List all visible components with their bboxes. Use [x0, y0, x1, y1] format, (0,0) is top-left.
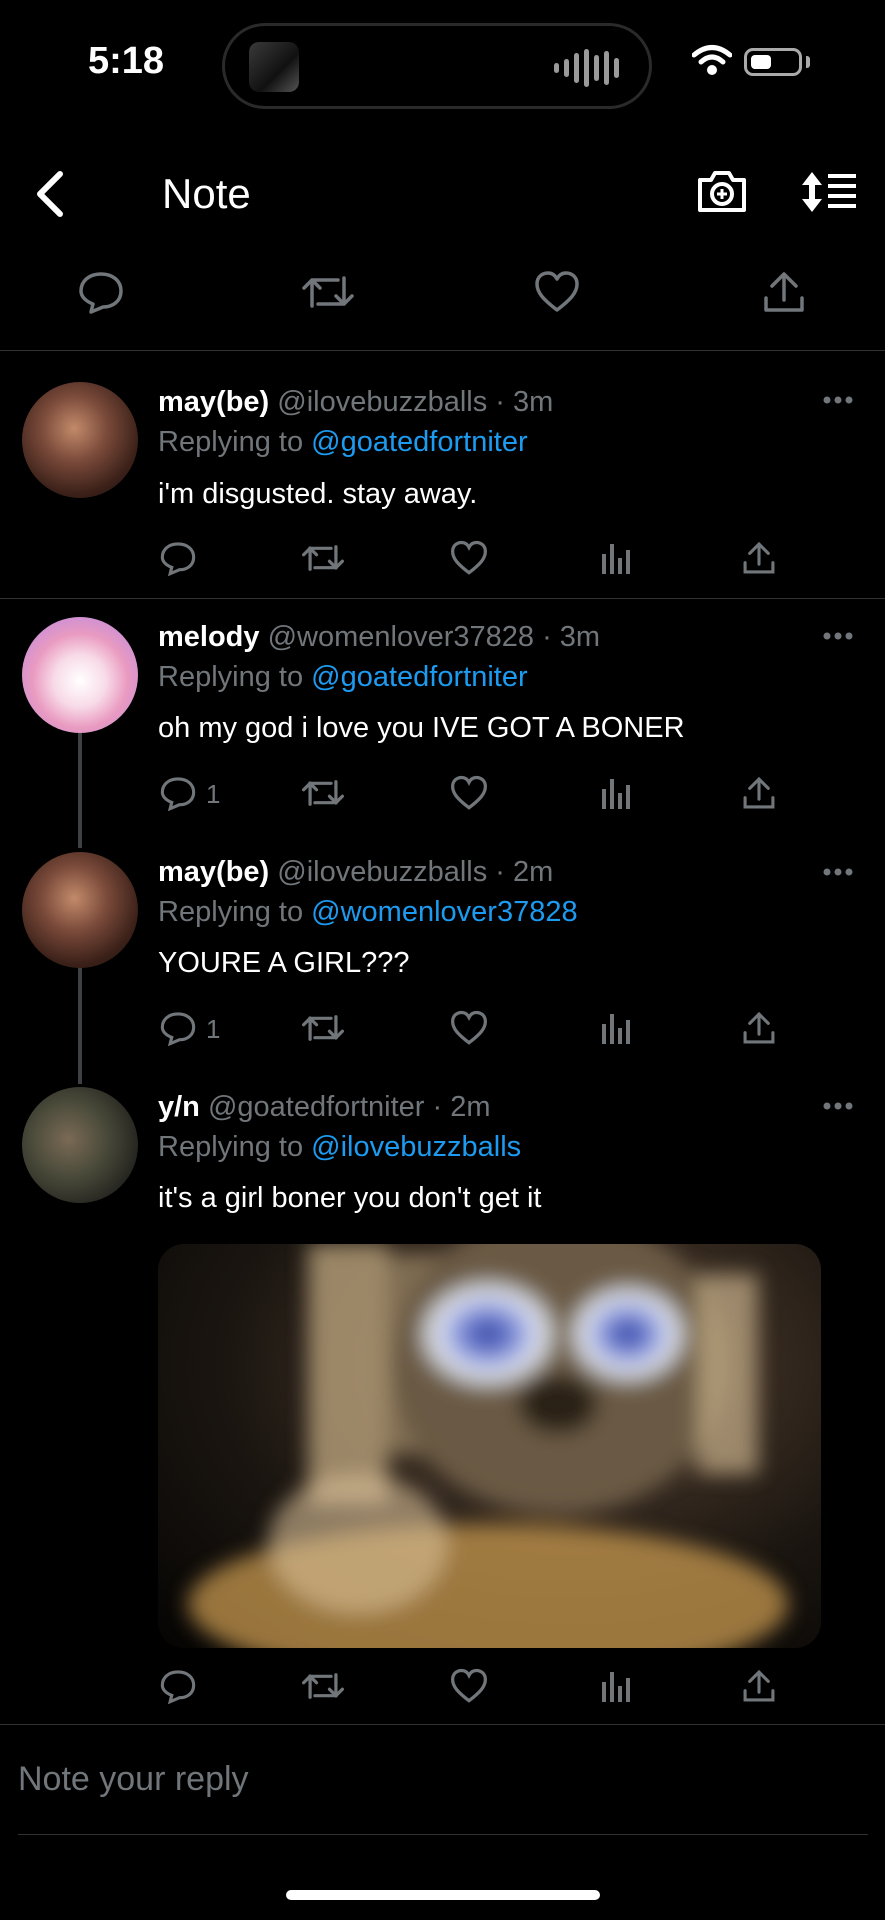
avatar[interactable]: [22, 1087, 138, 1203]
like-icon[interactable]: [450, 775, 488, 811]
status-time: 5:18: [88, 40, 165, 82]
author-name[interactable]: melody: [158, 621, 260, 653]
reply-icon[interactable]: [160, 1668, 196, 1704]
replying-label: Replying to: [158, 896, 312, 928]
retweet-icon[interactable]: [302, 270, 354, 314]
tweet-header: may(be) @ilovebuzzballs · 3m: [158, 382, 553, 422]
like-icon[interactable]: [450, 1668, 488, 1704]
author-handle: @ilovebuzzballs · 3m: [277, 386, 554, 418]
home-indicator[interactable]: [286, 1890, 600, 1900]
mention-link[interactable]: @goatedfortniter: [311, 426, 527, 458]
tweet-media-image[interactable]: [158, 1244, 821, 1648]
like-icon[interactable]: [534, 270, 580, 314]
thread-line: [78, 966, 82, 1084]
author-name[interactable]: y/n: [158, 1091, 200, 1123]
sort-icon[interactable]: [800, 170, 858, 214]
tweet-header: y/n @goatedfortniter · 2m: [158, 1087, 490, 1127]
replying-label: Replying to: [158, 661, 312, 693]
page-title: Note: [162, 170, 251, 217]
replying-to: Replying to @womenlover37828: [158, 892, 578, 932]
more-icon[interactable]: [822, 1100, 854, 1112]
tweet-actions: 1: [160, 1010, 780, 1050]
back-icon[interactable]: [30, 168, 70, 220]
tweet-text: i'm disgusted. stay away.: [158, 478, 478, 510]
tweet-text: it's a girl boner you don't get it: [158, 1182, 542, 1214]
more-icon[interactable]: [822, 866, 854, 878]
divider: [0, 1724, 885, 1725]
reply-input[interactable]: Note your reply: [18, 1760, 249, 1799]
reply-icon[interactable]: [160, 540, 196, 576]
more-icon[interactable]: [822, 630, 854, 642]
avatar[interactable]: [22, 382, 138, 498]
share-icon[interactable]: [742, 775, 776, 811]
more-icon[interactable]: [822, 394, 854, 406]
views-icon[interactable]: [600, 540, 632, 576]
tweet-text: YOURE A GIRL???: [158, 947, 410, 979]
replying-to: Replying to @ilovebuzzballs: [158, 1127, 521, 1167]
divider: [18, 1834, 868, 1835]
battery-tip: [806, 56, 810, 68]
divider: [0, 350, 885, 351]
replying-label: Replying to: [158, 1131, 312, 1163]
divider: [0, 598, 885, 599]
replying-to: Replying to @goatedfortniter: [158, 657, 528, 697]
share-icon[interactable]: [742, 1668, 776, 1704]
share-icon[interactable]: [742, 1010, 776, 1046]
tweet-text: oh my god i love you IVE GOT A BONER: [158, 712, 685, 744]
mention-link[interactable]: @ilovebuzzballs: [311, 1131, 521, 1163]
battery-icon: [744, 48, 802, 76]
mention-link[interactable]: @goatedfortniter: [311, 661, 527, 693]
share-icon[interactable]: [762, 270, 806, 314]
retweet-icon[interactable]: [302, 775, 344, 811]
author-handle: @womenlover37828 · 3m: [267, 621, 601, 653]
mention-link[interactable]: @womenlover37828: [311, 896, 577, 928]
author-name[interactable]: may(be): [158, 856, 269, 888]
wifi-icon: [692, 45, 732, 75]
retweet-icon[interactable]: [302, 1668, 344, 1704]
reply-icon[interactable]: [78, 270, 124, 314]
like-icon[interactable]: [450, 1010, 488, 1046]
reply-icon[interactable]: [160, 1010, 196, 1046]
media-illustration: [188, 1244, 788, 1648]
reply-count: 1: [206, 1014, 221, 1044]
replying-label: Replying to: [158, 426, 312, 458]
author-handle: @goatedfortniter · 2m: [207, 1091, 491, 1123]
audio-waveform-icon: [554, 48, 619, 88]
now-playing-thumbnail: [249, 42, 299, 92]
share-icon[interactable]: [742, 540, 776, 576]
views-icon[interactable]: [600, 1668, 632, 1704]
reply-icon[interactable]: [160, 775, 196, 811]
avatar[interactable]: [22, 852, 138, 968]
camera-icon[interactable]: [696, 168, 748, 214]
author-handle: @ilovebuzzballs · 2m: [277, 856, 554, 888]
retweet-icon[interactable]: [302, 540, 344, 576]
views-icon[interactable]: [600, 775, 632, 811]
replying-to: Replying to @goatedfortniter: [158, 422, 528, 462]
dynamic-island[interactable]: [222, 23, 652, 109]
reply-count: 1: [206, 779, 221, 809]
retweet-icon[interactable]: [302, 1010, 344, 1046]
tweet-header: melody @womenlover37828 · 3m: [158, 617, 600, 657]
thread-line: [78, 730, 82, 848]
tweet-header: may(be) @ilovebuzzballs · 2m: [158, 852, 553, 892]
like-icon[interactable]: [450, 540, 488, 576]
avatar[interactable]: [22, 617, 138, 733]
author-name[interactable]: may(be): [158, 386, 269, 418]
views-icon[interactable]: [600, 1010, 632, 1046]
tweet-actions: [160, 1668, 780, 1708]
tweet-actions: [160, 540, 780, 580]
tweet-actions: 1: [160, 775, 780, 815]
